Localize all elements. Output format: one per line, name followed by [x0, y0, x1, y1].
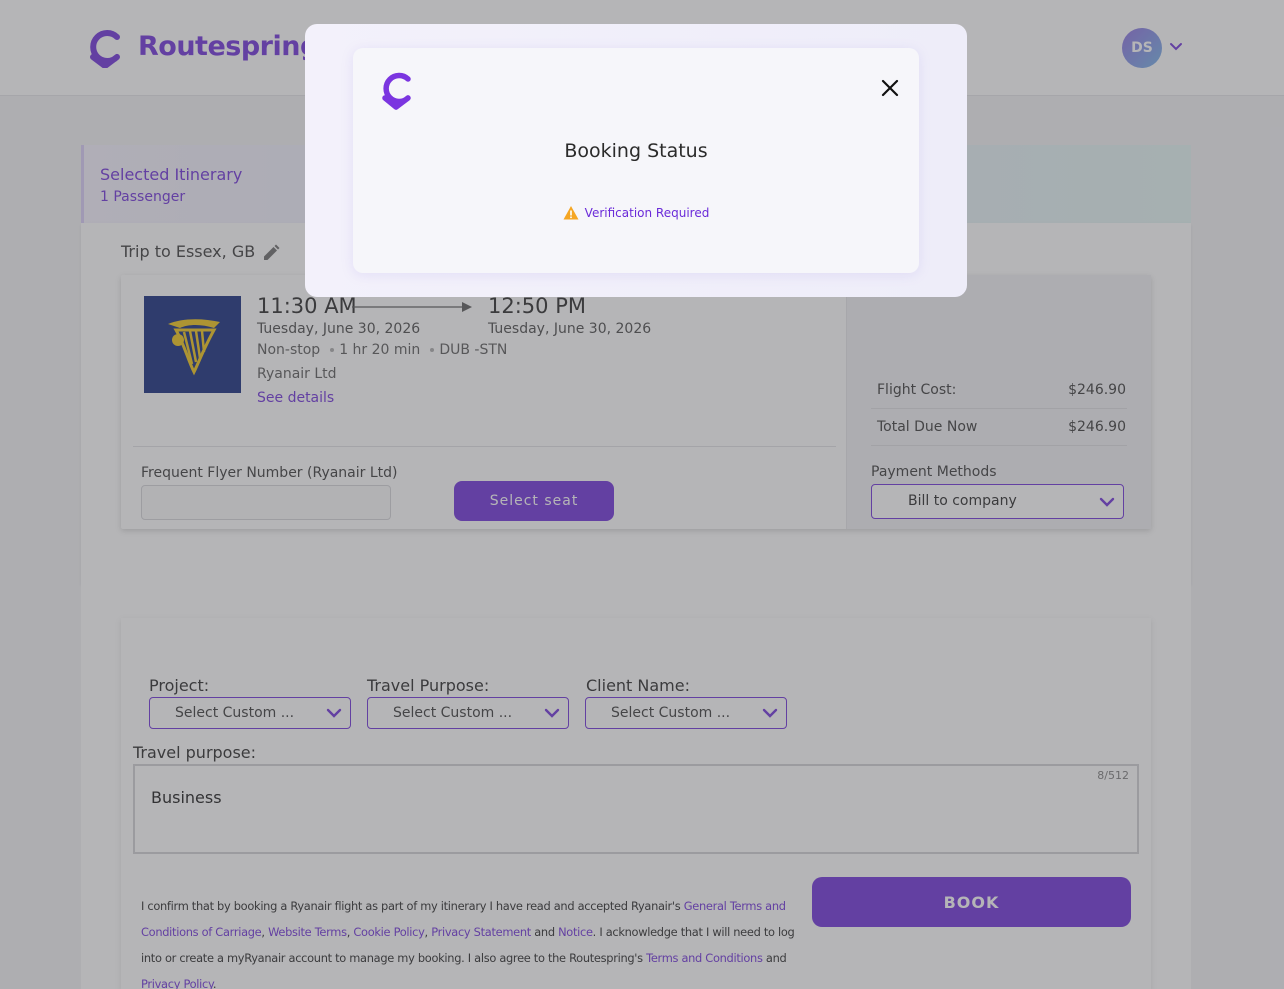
modal-title: Booking Status: [564, 140, 708, 162]
warning-icon: [563, 206, 579, 220]
booking-page: Routespring DS Selected Itinerary 1 Pass…: [0, 0, 1284, 989]
routespring-logo-icon: [382, 72, 411, 110]
booking-status: Verification Required: [353, 205, 919, 221]
close-icon[interactable]: [878, 76, 902, 100]
status-text: Verification Required: [584, 206, 710, 220]
